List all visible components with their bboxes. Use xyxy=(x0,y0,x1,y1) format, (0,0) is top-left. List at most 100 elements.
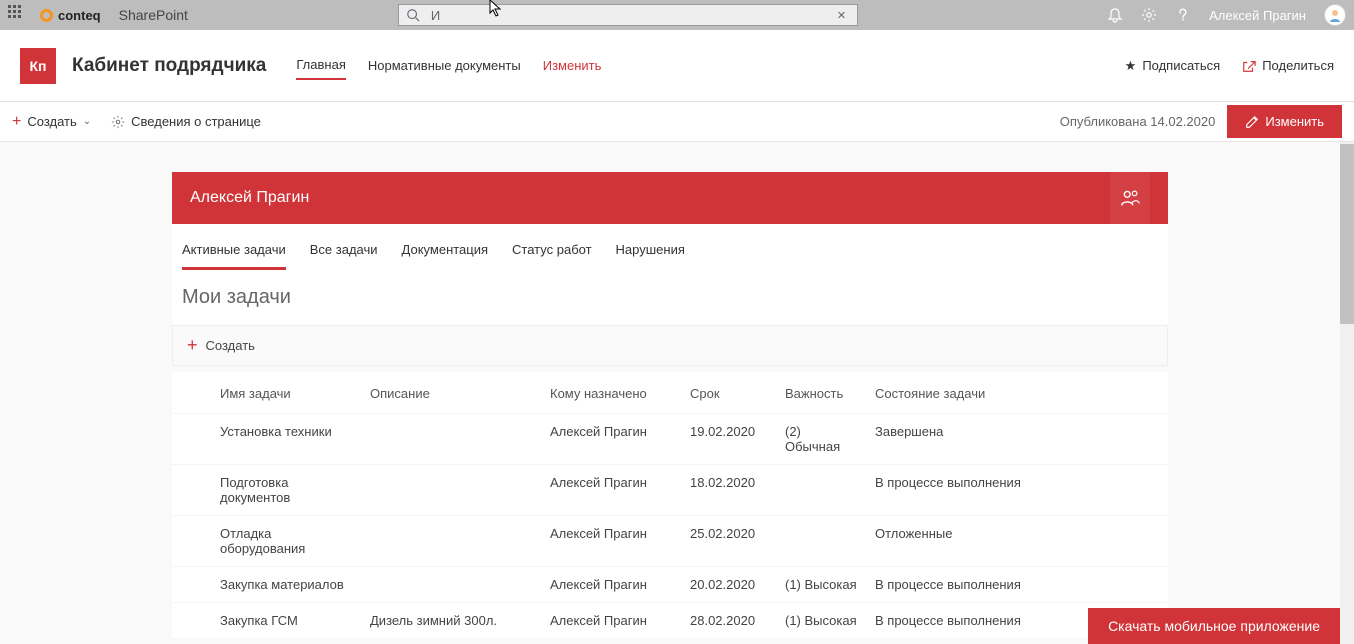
user-banner: Алексей Прагин xyxy=(172,172,1168,224)
brand-text: conteq xyxy=(58,8,101,23)
header-desc[interactable]: Описание xyxy=(362,372,542,414)
table-header-row: Имя задачи Описание Кому назначено Срок … xyxy=(172,372,1168,414)
follow-label: Подписаться xyxy=(1142,58,1220,73)
cell-desc xyxy=(362,414,542,465)
tab-all-tasks[interactable]: Все задачи xyxy=(310,236,378,270)
brand-icon xyxy=(40,9,53,22)
cell-assign[interactable]: Алексей Прагин xyxy=(542,603,682,639)
edit-page-button[interactable]: Изменить xyxy=(1227,105,1342,138)
table-row[interactable]: Подготовка документов Алексей Прагин18.02… xyxy=(172,465,1168,516)
tab-documentation[interactable]: Документация xyxy=(402,236,489,270)
banner-user-name: Алексей Прагин xyxy=(190,189,309,207)
nav-edit[interactable]: Изменить xyxy=(543,52,602,79)
pencil-icon xyxy=(1245,115,1259,129)
download-mobile-button[interactable]: Скачать мобильное приложение xyxy=(1088,608,1340,644)
site-logo[interactable]: Кп xyxy=(20,48,56,84)
cell-desc xyxy=(362,516,542,567)
cell-prio xyxy=(777,516,867,567)
cell-prio xyxy=(777,465,867,516)
help-icon[interactable] xyxy=(1175,7,1191,23)
scrollbar-thumb[interactable] xyxy=(1340,144,1354,324)
share-icon xyxy=(1242,59,1256,73)
inner-tabs: Активные задачи Все задачи Документация … xyxy=(172,224,1168,270)
header-due[interactable]: Срок xyxy=(682,372,777,414)
table-row[interactable]: Установка техники Алексей Прагин19.02.202… xyxy=(172,414,1168,465)
suite-bar: conteq SharePoint ✕ Алексей Прагин xyxy=(0,0,1354,30)
cell-prio: (1) Высокая xyxy=(777,567,867,603)
chevron-down-icon: ⌄ xyxy=(83,116,91,127)
user-name-label[interactable]: Алексей Прагин xyxy=(1209,8,1306,23)
cell-due: 20.02.2020 xyxy=(682,567,777,603)
cell-due: 28.02.2020 xyxy=(682,603,777,639)
cell-assign[interactable]: Алексей Прагин xyxy=(542,465,682,516)
search-icon xyxy=(399,8,427,22)
tab-active-tasks[interactable]: Активные задачи xyxy=(182,236,286,270)
table-row[interactable]: Закупка материалов Алексей Прагин20.02.20… xyxy=(172,567,1168,603)
edit-page-label: Изменить xyxy=(1265,114,1324,129)
cell-name[interactable]: Закупка материалов xyxy=(212,567,362,603)
close-icon[interactable]: ✕ xyxy=(837,9,857,22)
create-label: Создать xyxy=(27,114,76,129)
header-state[interactable]: Состояние задачи xyxy=(867,372,1168,414)
header-assign[interactable]: Кому назначено xyxy=(542,372,682,414)
cell-due: 25.02.2020 xyxy=(682,516,777,567)
cell-assign[interactable]: Алексей Прагин xyxy=(542,567,682,603)
brand-logo: conteq xyxy=(40,8,101,23)
header-prio[interactable]: Важность xyxy=(777,372,867,414)
header-name[interactable]: Имя задачи xyxy=(212,372,362,414)
command-bar: + Создать ⌄ Сведения о странице Опублико… xyxy=(0,102,1354,142)
share-label: Поделиться xyxy=(1262,58,1334,73)
app-launcher-icon[interactable] xyxy=(8,5,28,25)
cell-due: 18.02.2020 xyxy=(682,465,777,516)
cell-state: Отложенные xyxy=(867,516,1168,567)
content-area: Алексей Прагин Активные задачи Все задач… xyxy=(0,142,1340,644)
site-header: Кп Кабинет подрядчика Главная Нормативны… xyxy=(0,30,1354,102)
nav-home[interactable]: Главная xyxy=(296,51,345,80)
task-table: Имя задачи Описание Кому назначено Срок … xyxy=(172,372,1168,638)
page-details-button[interactable]: Сведения о странице xyxy=(111,114,261,129)
suite-right: Алексей Прагин xyxy=(1107,4,1346,26)
cell-due: 19.02.2020 xyxy=(682,414,777,465)
section-title: Мои задачи xyxy=(172,270,1168,325)
tab-violations[interactable]: Нарушения xyxy=(616,236,685,270)
cell-name[interactable]: Закупка ГСМ xyxy=(212,603,362,639)
tab-status[interactable]: Статус работ xyxy=(512,236,592,270)
site-title[interactable]: Кабинет подрядчика xyxy=(72,55,266,77)
cell-state: Завершена xyxy=(867,414,1168,465)
cell-desc xyxy=(362,567,542,603)
cell-desc xyxy=(362,465,542,516)
cell-assign[interactable]: Алексей Прагин xyxy=(542,516,682,567)
create-button[interactable]: + Создать ⌄ xyxy=(12,113,91,131)
create-task-label: Создать xyxy=(206,338,255,353)
suite-app-name[interactable]: SharePoint xyxy=(119,7,188,23)
published-date: Опубликована 14.02.2020 xyxy=(1060,114,1216,129)
notifications-icon[interactable] xyxy=(1107,7,1123,23)
cell-desc: Дизель зимний 300л. xyxy=(362,603,542,639)
table-row[interactable]: Отладка оборудования Алексей Прагин25.02.… xyxy=(172,516,1168,567)
nav-docs[interactable]: Нормативные документы xyxy=(368,52,521,79)
cell-prio: (1) Высокая xyxy=(777,603,867,639)
settings-icon[interactable] xyxy=(1141,7,1157,23)
scrollbar-track[interactable] xyxy=(1340,142,1354,644)
plus-icon: + xyxy=(187,335,198,356)
search-input[interactable] xyxy=(427,8,837,23)
share-button[interactable]: Поделиться xyxy=(1242,58,1334,74)
cell-name[interactable]: Отладка оборудования xyxy=(212,516,362,567)
search-box[interactable]: ✕ xyxy=(398,4,858,26)
cell-prio: (2) Обычная xyxy=(777,414,867,465)
create-task-button[interactable]: + Создать xyxy=(172,325,1168,366)
user-avatar[interactable] xyxy=(1324,4,1346,26)
cell-state: В процессе выполнения xyxy=(867,465,1168,516)
cell-name[interactable]: Подготовка документов xyxy=(212,465,362,516)
site-actions: ★ Подписаться Поделиться xyxy=(1125,58,1334,74)
people-button[interactable] xyxy=(1110,172,1150,224)
star-icon: ★ xyxy=(1125,58,1137,74)
table-row[interactable]: Закупка ГСМДизель зимний 300л.Алексей Пр… xyxy=(172,603,1168,639)
cell-assign[interactable]: Алексей Прагин xyxy=(542,414,682,465)
cell-name[interactable]: Установка техники xyxy=(212,414,362,465)
follow-button[interactable]: ★ Подписаться xyxy=(1125,58,1221,74)
page-details-label: Сведения о странице xyxy=(131,114,261,129)
site-nav: Главная Нормативные документы Изменить xyxy=(296,30,601,101)
plus-icon: + xyxy=(12,113,21,131)
cell-state: В процессе выполнения xyxy=(867,567,1168,603)
